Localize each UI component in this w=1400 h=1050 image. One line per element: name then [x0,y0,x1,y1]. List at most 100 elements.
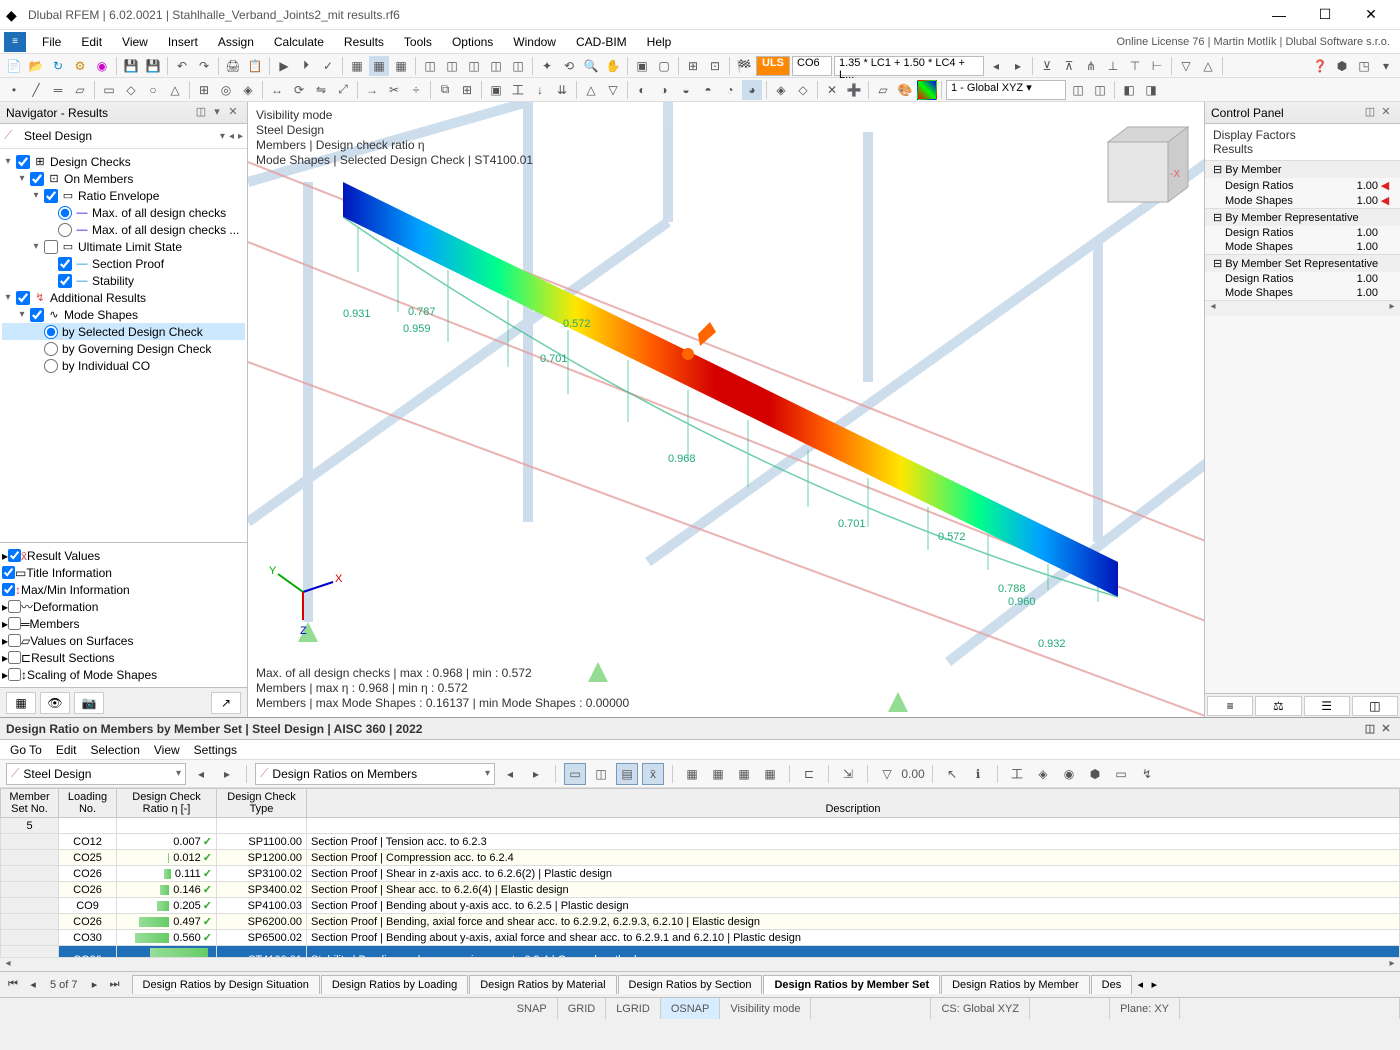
cpg2-ms[interactable]: Mode Shapes1.00 [1205,240,1400,254]
rad[interactable] [58,223,72,237]
th-ratio[interactable]: Design CheckRatio η [-] [117,789,217,818]
table-row[interactable]: CO30 0.560✓ SP6500.02 Section Proof | Be… [1,930,1400,946]
snap-icon[interactable]: ◎ [216,80,236,100]
panel5-icon[interactable]: ◫ [508,56,528,76]
persp-icon[interactable]: ◇ [793,80,813,100]
node-icon[interactable]: • [4,80,24,100]
cp-tab2[interactable]: ⚖ [1255,696,1301,716]
ext-icon[interactable]: → [362,80,382,100]
calc-icon[interactable]: ▶ [274,56,294,76]
chk[interactable] [44,189,58,203]
tree-max-all[interactable]: —Max. of all design checks [2,204,245,221]
tree-design-checks[interactable]: ▾⊞Design Checks [2,153,245,170]
table-tab[interactable]: Design Ratios by Design Situation [132,975,320,994]
panel1-icon[interactable]: ◫ [420,56,440,76]
undo-icon[interactable]: ↶ [172,56,192,76]
btree-result-sections[interactable]: ▸⊏Result Sections [2,649,245,666]
view1-icon[interactable]: ◐ [632,80,652,100]
table-combo1[interactable]: ⟋Steel Design▾ [6,763,186,785]
close-button[interactable]: ✕ [1348,0,1394,30]
table-combo2[interactable]: ⟋Design Ratios on Members▾ [255,763,495,785]
trim-icon[interactable]: ✂ [384,80,404,100]
status-lgrid[interactable]: LGRID [606,998,661,1019]
tree-mode-shapes[interactable]: ▾∿Mode Shapes [2,306,245,323]
view4-icon[interactable]: ◓ [698,80,718,100]
ls2-icon[interactable]: ◨ [1141,80,1161,100]
sup2-icon[interactable]: ▽ [603,80,623,100]
cp-tab1[interactable]: ≡ [1207,696,1253,716]
menu-tools[interactable]: Tools [394,30,442,54]
tbl-prev2-icon[interactable]: ◂ [499,763,521,785]
panel2-icon[interactable]: ◫ [442,56,462,76]
report-icon[interactable]: 📋 [245,56,265,76]
menu-edit[interactable]: Edit [71,30,112,54]
cp-tab4[interactable]: ◫ [1352,696,1398,716]
r7-icon[interactable]: ▽ [1176,56,1196,76]
menu-options[interactable]: Options [442,30,503,54]
status-grid[interactable]: GRID [558,998,607,1019]
sec-icon[interactable]: 工 [508,80,528,100]
chk[interactable] [16,155,30,169]
pin-icon[interactable]: ◫ [1362,722,1378,735]
tbl-s6-icon[interactable]: ↯ [1136,763,1158,785]
r1-icon[interactable]: ⊻ [1037,56,1057,76]
sc-icon[interactable]: ⤢ [333,80,353,100]
col-icon[interactable] [917,80,937,100]
r8-icon[interactable]: △ [1198,56,1218,76]
tree-by-sel[interactable]: by Selected Design Check [2,323,245,340]
cube-icon[interactable]: ◳ [1354,56,1374,76]
chk[interactable] [44,240,58,254]
btree-maxmin[interactable]: ↕Max/Min Information [2,581,245,598]
menu-calculate[interactable]: Calculate [264,30,334,54]
chk[interactable] [30,172,44,186]
rad[interactable] [44,342,58,356]
print-icon[interactable]: 🖨 [223,56,243,76]
table-row[interactable]: CO26 0.111✓ SP3100.02 Section Proof | Sh… [1,866,1400,882]
nav-b1[interactable]: ▦ [6,692,36,714]
tree-ratio-envelope[interactable]: ▾▭Ratio Envelope [2,187,245,204]
tbl-pick-icon[interactable]: ↖ [941,763,963,785]
tree-uls[interactable]: ▾▭Ultimate Limit State [2,238,245,255]
table-tab[interactable]: Des [1091,975,1133,994]
table3-icon[interactable]: ▦ [391,56,411,76]
cpg3-ms[interactable]: Mode Shapes1.00 [1205,286,1400,300]
nav-b2[interactable]: 👁 [40,692,70,714]
cs1-icon[interactable]: ◫ [1068,80,1088,100]
app-menu-icon[interactable]: ≡ [4,32,26,52]
table-row[interactable]: CO26 0.146✓ SP3400.02 Section Proof | Sh… [1,882,1400,898]
tblmenu-settings[interactable]: Settings [194,743,237,757]
table-hscroll[interactable]: ◂▸ [0,957,1400,971]
co-combo[interactable]: CO6 [792,56,832,76]
chk[interactable] [2,583,15,596]
table-row[interactable]: CO26 0.497✓ SP6200.00 Section Proof | Be… [1,914,1400,930]
rad[interactable] [44,325,58,339]
chk[interactable] [8,617,21,630]
next-icon[interactable]: ▸ [238,131,243,142]
line-icon[interactable]: ╱ [26,80,46,100]
tblmenu-edit[interactable]: Edit [56,743,77,757]
mv-icon[interactable]: ↔ [267,80,287,100]
tbl-prev-icon[interactable]: ◂ [190,763,212,785]
status-osnap[interactable]: OSNAP [661,998,721,1019]
page-last-icon[interactable]: ⏭ [106,978,124,991]
sup-icon[interactable]: △ [581,80,601,100]
th-type[interactable]: Design CheckType [217,789,307,818]
page-next-icon[interactable]: ▸ [86,978,104,991]
loadcombo[interactable]: 1.35 * LC1 + 1.50 * LC4 + L... [834,56,984,76]
tbl-t1-icon[interactable]: ▭ [564,763,586,785]
chk[interactable] [8,668,21,681]
ls-icon[interactable]: ◧ [1119,80,1139,100]
nav-b3[interactable]: 📷 [74,692,104,714]
tblmenu-view[interactable]: View [154,743,180,757]
tb-x-icon[interactable]: ✕ [822,80,842,100]
btree-title-info[interactable]: ▭Title Information [2,564,245,581]
tbl-t7-icon[interactable]: ▦ [733,763,755,785]
mat-icon[interactable]: ▣ [486,80,506,100]
tbl-export-icon[interactable]: ⇲ [837,763,859,785]
btree-deformation[interactable]: ▸〰Deformation [2,598,245,615]
status-vis[interactable]: Visibility mode [720,998,811,1019]
toggle1-icon[interactable]: ▣ [632,56,652,76]
ld-icon[interactable]: ↓ [530,80,550,100]
toggle2-icon[interactable]: ▢ [654,56,674,76]
sel4-icon[interactable]: △ [165,80,185,100]
